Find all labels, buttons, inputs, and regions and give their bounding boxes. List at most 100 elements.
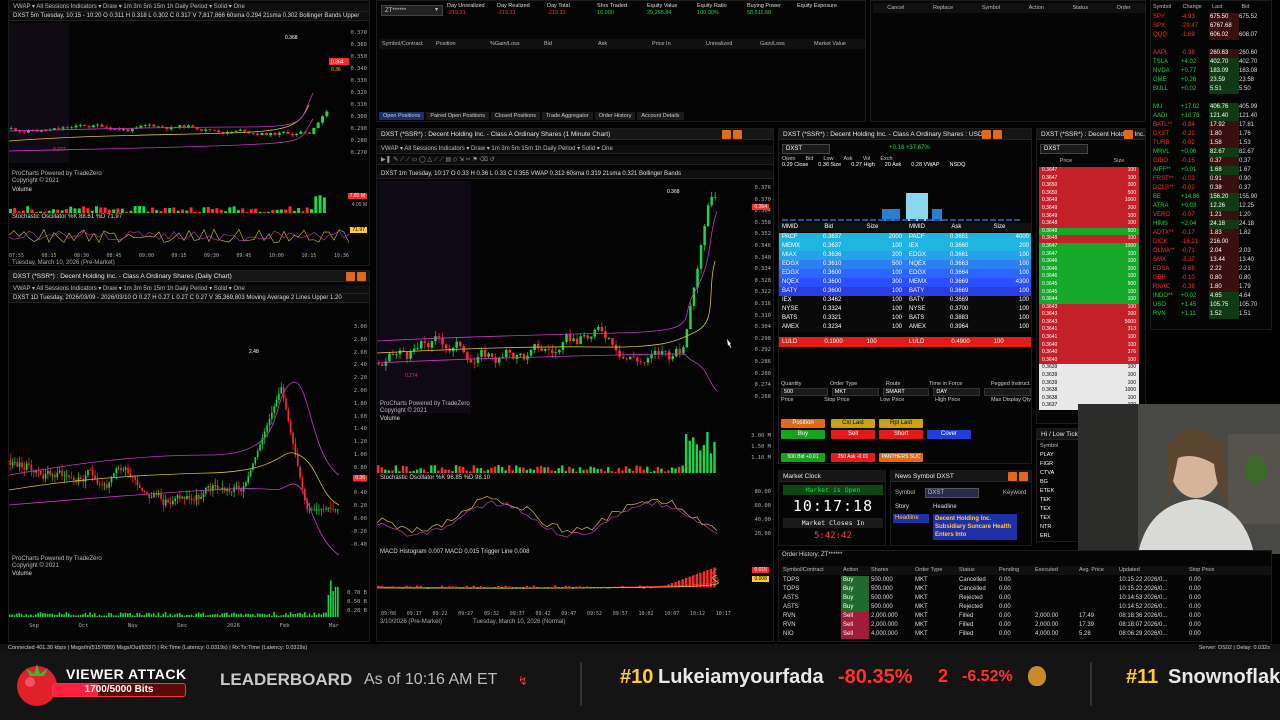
- watchlist-row[interactable]: [1153, 40, 1271, 49]
- watchlist-row[interactable]: NVDA +0.77 183.09 183.08: [1153, 67, 1271, 76]
- watchlist-row[interactable]: AADI +10.78 121.40 121.40: [1153, 112, 1271, 121]
- sell-button[interactable]: Sell: [831, 430, 875, 439]
- watchlist-row[interactable]: BULL +0.02 5.51 5.50: [1153, 85, 1271, 94]
- watchlist-row[interactable]: RVN +1.11 1.52 1.51: [1153, 310, 1271, 319]
- level2-row[interactable]: MEMX 0.3637 100 IEX 0.3660 200: [779, 242, 1031, 251]
- level2-row[interactable]: MIAX 0.3636 200 EDGX 0.3661 100: [779, 251, 1031, 260]
- chart-credit: ProCharts Powered by TradeZero: [12, 171, 102, 177]
- close-icon[interactable]: [993, 130, 1002, 139]
- chart-toolbar-2[interactable]: ▶ ▌ ✎ ⟋ ⟋ ▭ ◯ △ ⟋ ⟋ ▤ ◇ ⇲ ✂ ⚑ ⌫ ↺: [377, 156, 773, 165]
- close-icon[interactable]: [1019, 472, 1028, 481]
- order-history-row[interactable]: RVN Sell 2,000.000 MKT Filled 0.00 2,000.00 17.…: [781, 621, 1271, 630]
- order-history-row[interactable]: TOPS Buy 500.000 MKT Cancelled 0.00 10:15:22 2…: [781, 585, 1271, 594]
- watchlist-row[interactable]: BATL** -0.84 17.92 17.81: [1153, 121, 1271, 130]
- news-symbol-input[interactable]: DXST: [925, 488, 979, 498]
- watchlist-row[interactable]: DICK -16.21 216.00: [1153, 238, 1271, 247]
- watchlist-row[interactable]: AAPL -0.98 260.63 260.60: [1153, 49, 1271, 58]
- level2-row[interactable]: NQEX 0.3600 300 MEMX 0.3669 4300: [779, 278, 1031, 287]
- bid-500-button[interactable]: 500 Bid +0.01: [781, 453, 825, 462]
- ask-250-button[interactable]: 250 Ask -0.01: [831, 453, 875, 462]
- watchlist-row[interactable]: AIFF** +0.01 1.68 1.67: [1153, 166, 1271, 175]
- watchlist-row[interactable]: INDO** +0.02 4.65 4.64: [1153, 292, 1271, 301]
- watchlist-row[interactable]: FRST** -0.03 0.91 0.90: [1153, 175, 1271, 184]
- order-field[interactable]: SMART: [882, 388, 930, 396]
- symbol-input[interactable]: DXST: [1040, 144, 1088, 154]
- watchlist-row[interactable]: DCLS** -0.02 0.38 0.37: [1153, 184, 1271, 193]
- level2-row[interactable]: NYSE 0.3324 100 NYSE 0.3700 100: [779, 305, 1031, 314]
- watchlist-row[interactable]: MU +17.02 406.76 405.99: [1153, 103, 1271, 112]
- order-history-row[interactable]: ASTS Buy 500.000 MKT Rejected 0.00 10:14:53 20…: [781, 594, 1271, 603]
- tab-paired-open-positions[interactable]: Paired Open Positions: [426, 112, 490, 120]
- minimize-icon[interactable]: [722, 130, 731, 139]
- headline-text[interactable]: Decent Holding Inc. Subsidiary Suncare H…: [933, 514, 1017, 540]
- watchlist-row[interactable]: VERO -0.07 1.21 1.20: [1153, 211, 1271, 220]
- minimize-icon[interactable]: [1008, 472, 1017, 481]
- buy-button[interactable]: Buy: [781, 430, 825, 439]
- level2-row[interactable]: IEX 0.3462 100 BATY 0.3669 100: [779, 296, 1031, 305]
- watchlist-row[interactable]: GBR -0.10 0.80 0.80: [1153, 274, 1271, 283]
- watchlist-row[interactable]: HIMS +2.04 24.18 24.18: [1153, 220, 1271, 229]
- level2-row[interactable]: BATS 0.3321 100 BATS 0.3883 100: [779, 314, 1031, 323]
- volume-bar: [310, 209, 313, 213]
- watchlist-row[interactable]: [1153, 94, 1271, 103]
- watchlist-row[interactable]: BE +14.86 156.20 155.90: [1153, 193, 1271, 202]
- symbol-input[interactable]: DXST: [782, 144, 830, 154]
- level2-cell: 100: [891, 306, 902, 312]
- watchlist-row[interactable]: EDSA -0.68 2.22 2.21: [1153, 265, 1271, 274]
- watchlist-row[interactable]: QQQ -1.69 606.02 608.07: [1153, 31, 1271, 40]
- order-field[interactable]: DAY: [933, 388, 981, 396]
- watchlist-row[interactable]: USO +1.45 105.75 105.70: [1153, 301, 1271, 310]
- minimize-icon[interactable]: [346, 272, 355, 281]
- watchlist-row[interactable]: OLMA** -0.71 2.04 2.03: [1153, 247, 1271, 256]
- close-icon[interactable]: [1124, 130, 1133, 139]
- watchlist-row[interactable]: RNAC -0.38 1.80 1.79: [1153, 283, 1271, 292]
- short-button[interactable]: Short: [879, 430, 923, 439]
- leaderboard-name-2: Snownoflake: [1168, 666, 1280, 688]
- tab-trade-aggregator[interactable]: Trade Aggregator: [542, 112, 593, 120]
- account-select[interactable]: ZT******: [381, 5, 443, 16]
- tab-closed-positions[interactable]: Closed Positions: [491, 112, 541, 120]
- tab-order-history[interactable]: Order History: [594, 112, 636, 120]
- tab-account-details[interactable]: Account Details: [637, 112, 684, 120]
- watchlist-row[interactable]: ATRA +0.03 12.26 12.25: [1153, 202, 1271, 211]
- chart-toolbar[interactable]: VWAP ▾ All Sessions Indicators ▾ Draw ▾ …: [9, 285, 369, 294]
- panthers-button[interactable]: PANTHERS SUC: [879, 453, 923, 462]
- close-icon[interactable]: [357, 272, 366, 281]
- watchlist-row[interactable]: MRVL +0.06 82.67 82.67: [1153, 148, 1271, 157]
- chart-toolbar[interactable]: VWAP ▾ All Sessions Indicators ▾ Draw ▾ …: [9, 3, 369, 12]
- chart-toolbar[interactable]: VWAP ▾ All Sessions Indicators ▾ Draw ▾ …: [377, 145, 773, 154]
- level2-cell: 0.3964: [950, 324, 969, 330]
- order-field[interactable]: [984, 388, 1031, 396]
- cxl-last-button[interactable]: Cxl Last: [831, 419, 875, 428]
- headline-tab[interactable]: Headline: [893, 514, 929, 523]
- watchlist-row[interactable]: SMX -3.27 13.44 13.40: [1153, 256, 1271, 265]
- level2-row[interactable]: EDGX 0.3600 100 EDGX 0.3664 100: [779, 269, 1031, 278]
- minimize-icon[interactable]: [982, 130, 991, 139]
- order-history-row[interactable]: RVN Sell 2,000.000 MKT Filled 0.00 2,000.00 17.…: [781, 612, 1271, 621]
- level2-row[interactable]: AMEX 0.3234 100 AMEX 0.3964 100: [779, 323, 1031, 332]
- tab-open-positions[interactable]: Open Positions: [379, 112, 425, 120]
- watchlist-row[interactable]: TURB -0.02 1.58 1.53: [1153, 139, 1271, 148]
- order-history-row[interactable]: ASTS Buy 500.000 MKT Rejected 0.00 10:14:52 20…: [781, 603, 1271, 612]
- level2-row[interactable]: BATY 0.3600 100 BATY 0.3669 100: [779, 287, 1031, 296]
- watchlist-row[interactable]: GIBO -0.15 0.37 0.37: [1153, 157, 1271, 166]
- watchlist-row[interactable]: SPX -29.47 6767.68: [1153, 22, 1271, 31]
- watchlist-row[interactable]: GME +0.26 23.59 23.58: [1153, 76, 1271, 85]
- watchlist-row[interactable]: TSLA +4.02 402.70 402.70: [1153, 58, 1271, 67]
- order-field[interactable]: MKT: [831, 388, 879, 396]
- watchlist-row[interactable]: SPY -4.93 675.50 675.52: [1153, 13, 1271, 22]
- level2-row[interactable]: EDGX 0.3610 500 NQEX 0.3663 100: [779, 260, 1031, 269]
- order-field[interactable]: 500: [781, 388, 828, 396]
- order-history-row[interactable]: TOPS Buy 500.000 MKT Cancelled 0.00 10:15:22 2…: [781, 576, 1271, 585]
- luld-cell: LULD: [908, 339, 925, 345]
- watchlist-row[interactable]: DXST -0.22 1.80 1.76: [1153, 130, 1271, 139]
- level2-row[interactable]: PACF 0.3637 2000 PACF 0.3651 4000: [779, 233, 1031, 242]
- order-cell: 08:18:07 2026/0...: [1119, 622, 1168, 628]
- close-icon[interactable]: [733, 130, 742, 139]
- order-history-row[interactable]: NIO Sell 4,000.000 MKT Filled 0.00 4,000.00 5.2…: [781, 630, 1271, 639]
- chevron-down-icon[interactable]: ▾: [435, 6, 438, 13]
- cover-button[interactable]: Cover: [927, 430, 971, 439]
- position-button[interactable]: Position: [781, 419, 825, 428]
- watchlist-row[interactable]: ADTX** -0.17 1.83 1.82: [1153, 229, 1271, 238]
- rpl-last-button[interactable]: Rpl Last: [879, 419, 923, 428]
